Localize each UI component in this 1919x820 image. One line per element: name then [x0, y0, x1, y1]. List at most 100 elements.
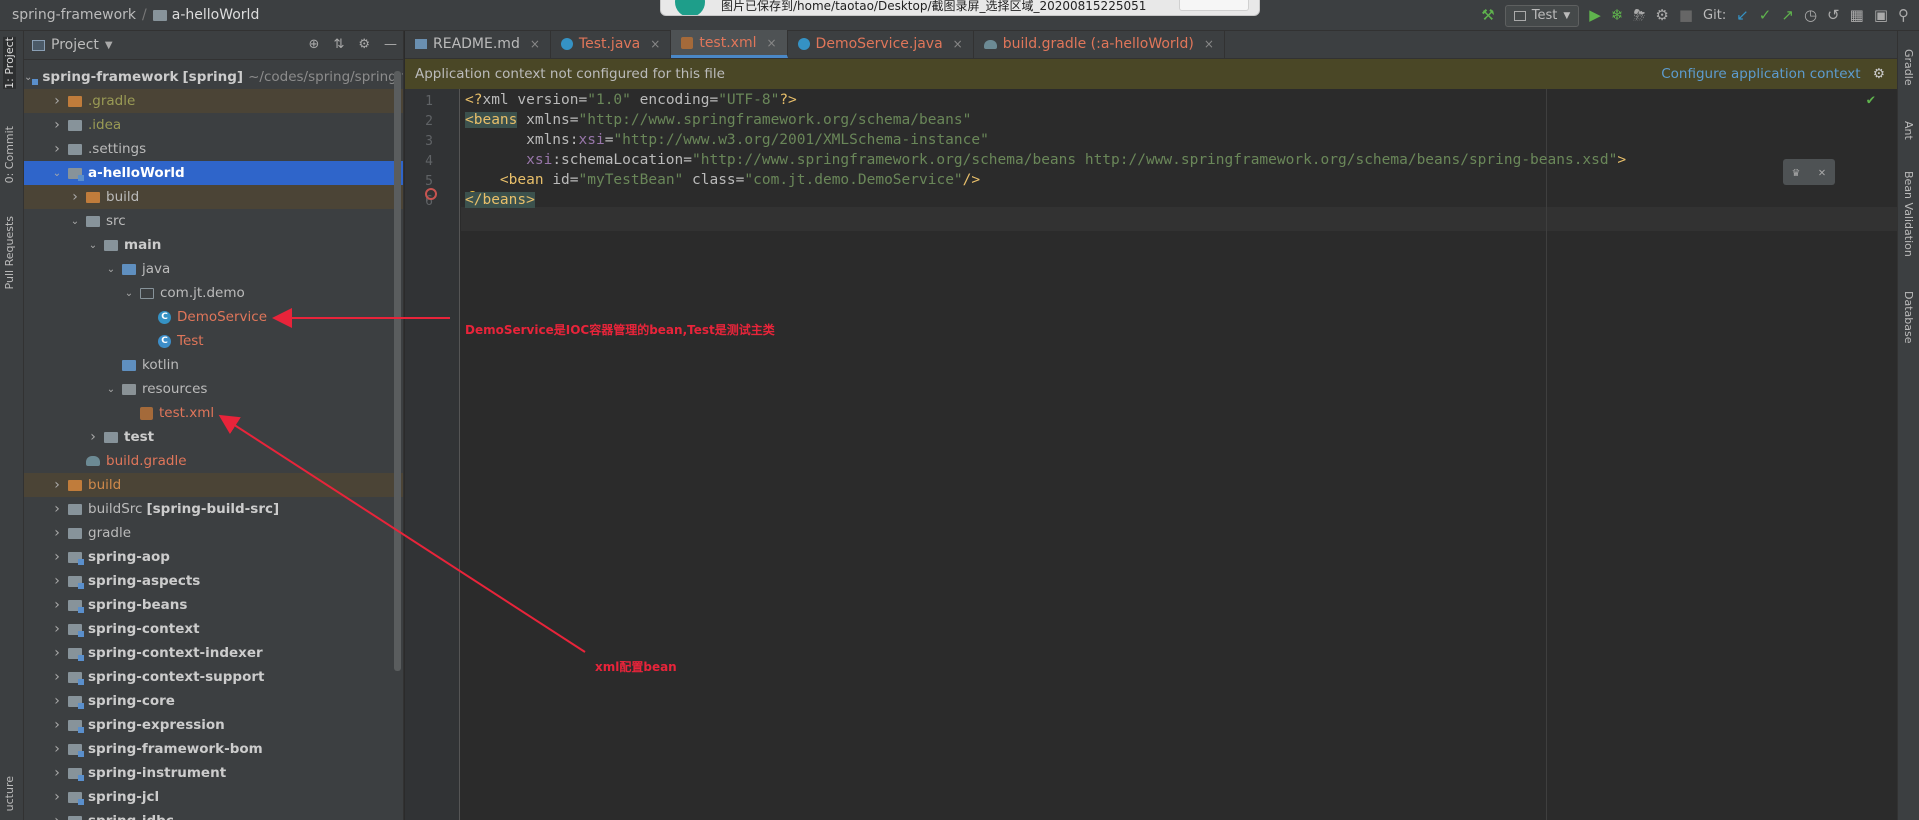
gear-icon[interactable]: ⚙: [358, 37, 370, 52]
tree-row[interactable]: › test: [24, 425, 403, 449]
tree-row[interactable]: › .settings: [24, 137, 403, 161]
tab-project[interactable]: 1: Project: [3, 37, 16, 89]
rollback-icon[interactable]: ↺: [1827, 8, 1840, 23]
stop-icon[interactable]: ■: [1679, 8, 1693, 23]
chevron-right-icon[interactable]: ›: [50, 645, 64, 661]
toast-button[interactable]: [1179, 0, 1249, 11]
chevron-right-icon[interactable]: ›: [50, 549, 64, 565]
chevron-right-icon[interactable]: ›: [50, 573, 64, 589]
project-panel-title[interactable]: Project: [51, 37, 99, 53]
tree-row[interactable]: ⌄ src: [24, 209, 403, 233]
gear-icon[interactable]: ⚙: [1873, 66, 1885, 82]
editor-tab[interactable]: build.gradle (:a-helloWorld) ×: [974, 30, 1225, 58]
chevron-right-icon[interactable]: ›: [50, 501, 64, 517]
collapse-all-icon[interactable]: ⇅: [333, 37, 344, 52]
close-icon[interactable]: ×: [766, 36, 776, 50]
editor-tab[interactable]: Test.java ×: [551, 30, 672, 58]
chevron-right-icon[interactable]: ›: [50, 117, 64, 133]
tree-row[interactable]: › .gradle: [24, 89, 403, 113]
chevron-right-icon[interactable]: ›: [50, 717, 64, 733]
git-update-icon[interactable]: ↙: [1736, 8, 1749, 23]
chevron-right-icon[interactable]: ›: [50, 669, 64, 685]
tree-row[interactable]: › spring-context-indexer: [24, 641, 403, 665]
chevron-right-icon[interactable]: ›: [86, 429, 100, 445]
close-icon[interactable]: ×: [953, 37, 963, 51]
tab-database[interactable]: Database: [1902, 291, 1915, 344]
tree-row[interactable]: › spring-instrument: [24, 761, 403, 785]
close-icon[interactable]: ×: [530, 37, 540, 51]
tree-row[interactable]: test.xml: [24, 401, 403, 425]
tree-row[interactable]: ⌄ com.jt.demo: [24, 281, 403, 305]
tree-row[interactable]: ⌄ a-helloWorld: [24, 161, 403, 185]
tree-row[interactable]: › gradle: [24, 521, 403, 545]
tree-row[interactable]: › build: [24, 185, 403, 209]
chevron-right-icon[interactable]: ›: [68, 189, 82, 205]
tree-row[interactable]: › spring-jcl: [24, 785, 403, 809]
tree-row[interactable]: › spring-expression: [24, 713, 403, 737]
close-icon[interactable]: ✕: [1818, 165, 1825, 179]
tree-row[interactable]: kotlin: [24, 353, 403, 377]
chevron-right-icon[interactable]: ›: [50, 477, 64, 493]
tree-row[interactable]: build.gradle: [24, 449, 403, 473]
chevron-right-icon[interactable]: ›: [50, 93, 64, 109]
configure-context-link[interactable]: Configure application context: [1661, 66, 1860, 82]
chevron-right-icon[interactable]: ›: [50, 741, 64, 757]
run-icon[interactable]: ▶: [1589, 8, 1601, 23]
tab-ant[interactable]: Ant: [1902, 121, 1915, 140]
tab-structure[interactable]: ucture: [3, 776, 16, 811]
project-structure-icon[interactable]: ▦: [1850, 8, 1864, 23]
tree-row[interactable]: C DemoService: [24, 305, 403, 329]
chevron-right-icon[interactable]: ›: [50, 765, 64, 781]
tree-row[interactable]: ⌄ spring-framework [spring] ~/codes/spring/…: [24, 65, 403, 89]
elephant-icon[interactable]: ♛: [1792, 165, 1799, 179]
tree-row[interactable]: › spring-aspects: [24, 569, 403, 593]
editor-tab[interactable]: README.md ×: [405, 30, 551, 58]
minimize-icon[interactable]: —: [384, 37, 397, 52]
chevron-down-icon[interactable]: ⌄: [68, 216, 82, 227]
run-configuration-select[interactable]: Test ▼: [1504, 4, 1580, 27]
spring-bean-gutter-icon[interactable]: [425, 188, 437, 200]
code-editor[interactable]: 123456 ✔ ♛ ✕ <?xml version="1.0" encodin…: [405, 89, 1897, 820]
tree-scrollbar[interactable]: [394, 71, 401, 671]
close-icon[interactable]: ×: [1204, 37, 1214, 51]
tree-row[interactable]: › buildSrc [spring-build-src]: [24, 497, 403, 521]
history-icon[interactable]: ◷: [1804, 8, 1817, 23]
tree-row[interactable]: ⌄ java: [24, 257, 403, 281]
chevron-right-icon[interactable]: ›: [50, 525, 64, 541]
tree-row[interactable]: › spring-jdbc: [24, 809, 403, 820]
chevron-down-icon[interactable]: ⌄: [104, 384, 118, 395]
build-hammer-icon[interactable]: ⚒: [1481, 8, 1494, 23]
tab-gradle[interactable]: Gradle: [1902, 49, 1915, 86]
chevron-right-icon[interactable]: ›: [50, 597, 64, 613]
debug-icon[interactable]: ❄: [1611, 8, 1624, 23]
chevron-down-icon[interactable]: ⌄: [104, 264, 118, 275]
tab-commit[interactable]: 0: Commit: [3, 126, 16, 183]
git-push-icon[interactable]: ↗: [1781, 8, 1794, 23]
tree-row[interactable]: › .idea: [24, 113, 403, 137]
close-icon[interactable]: ×: [650, 37, 660, 51]
chevron-down-icon[interactable]: ⌄: [86, 240, 100, 251]
gradle-sync-popup[interactable]: ♛ ✕: [1783, 159, 1835, 185]
tree-row[interactable]: › spring-framework-bom: [24, 737, 403, 761]
chevron-down-icon[interactable]: ⌄: [50, 168, 64, 179]
tree-row[interactable]: › spring-core: [24, 689, 403, 713]
chevron-down-icon[interactable]: ▼: [105, 40, 113, 51]
tree-row[interactable]: › build: [24, 473, 403, 497]
profile-icon[interactable]: ⚙: [1655, 8, 1668, 23]
chevron-down-icon[interactable]: ⌄: [122, 288, 136, 299]
tree-row[interactable]: ⌄ main: [24, 233, 403, 257]
tree-row[interactable]: › spring-aop: [24, 545, 403, 569]
editor-tab[interactable]: test.xml ×: [671, 30, 788, 58]
tab-pull-requests[interactable]: Pull Requests: [3, 216, 16, 289]
tab-bean-validation[interactable]: Bean Validation: [1902, 171, 1915, 257]
tree-row[interactable]: C Test: [24, 329, 403, 353]
tree-row[interactable]: › spring-context-support: [24, 665, 403, 689]
breadcrumb-module[interactable]: a-helloWorld: [172, 7, 260, 23]
git-commit-icon[interactable]: ✓: [1759, 8, 1772, 23]
chevron-right-icon[interactable]: ›: [50, 693, 64, 709]
chevron-right-icon[interactable]: ›: [50, 141, 64, 157]
chevron-right-icon[interactable]: ›: [50, 789, 64, 805]
breadcrumb-root[interactable]: spring-framework: [12, 7, 136, 23]
chevron-right-icon[interactable]: ›: [50, 813, 64, 820]
editor-tab[interactable]: DemoService.java ×: [788, 30, 974, 58]
